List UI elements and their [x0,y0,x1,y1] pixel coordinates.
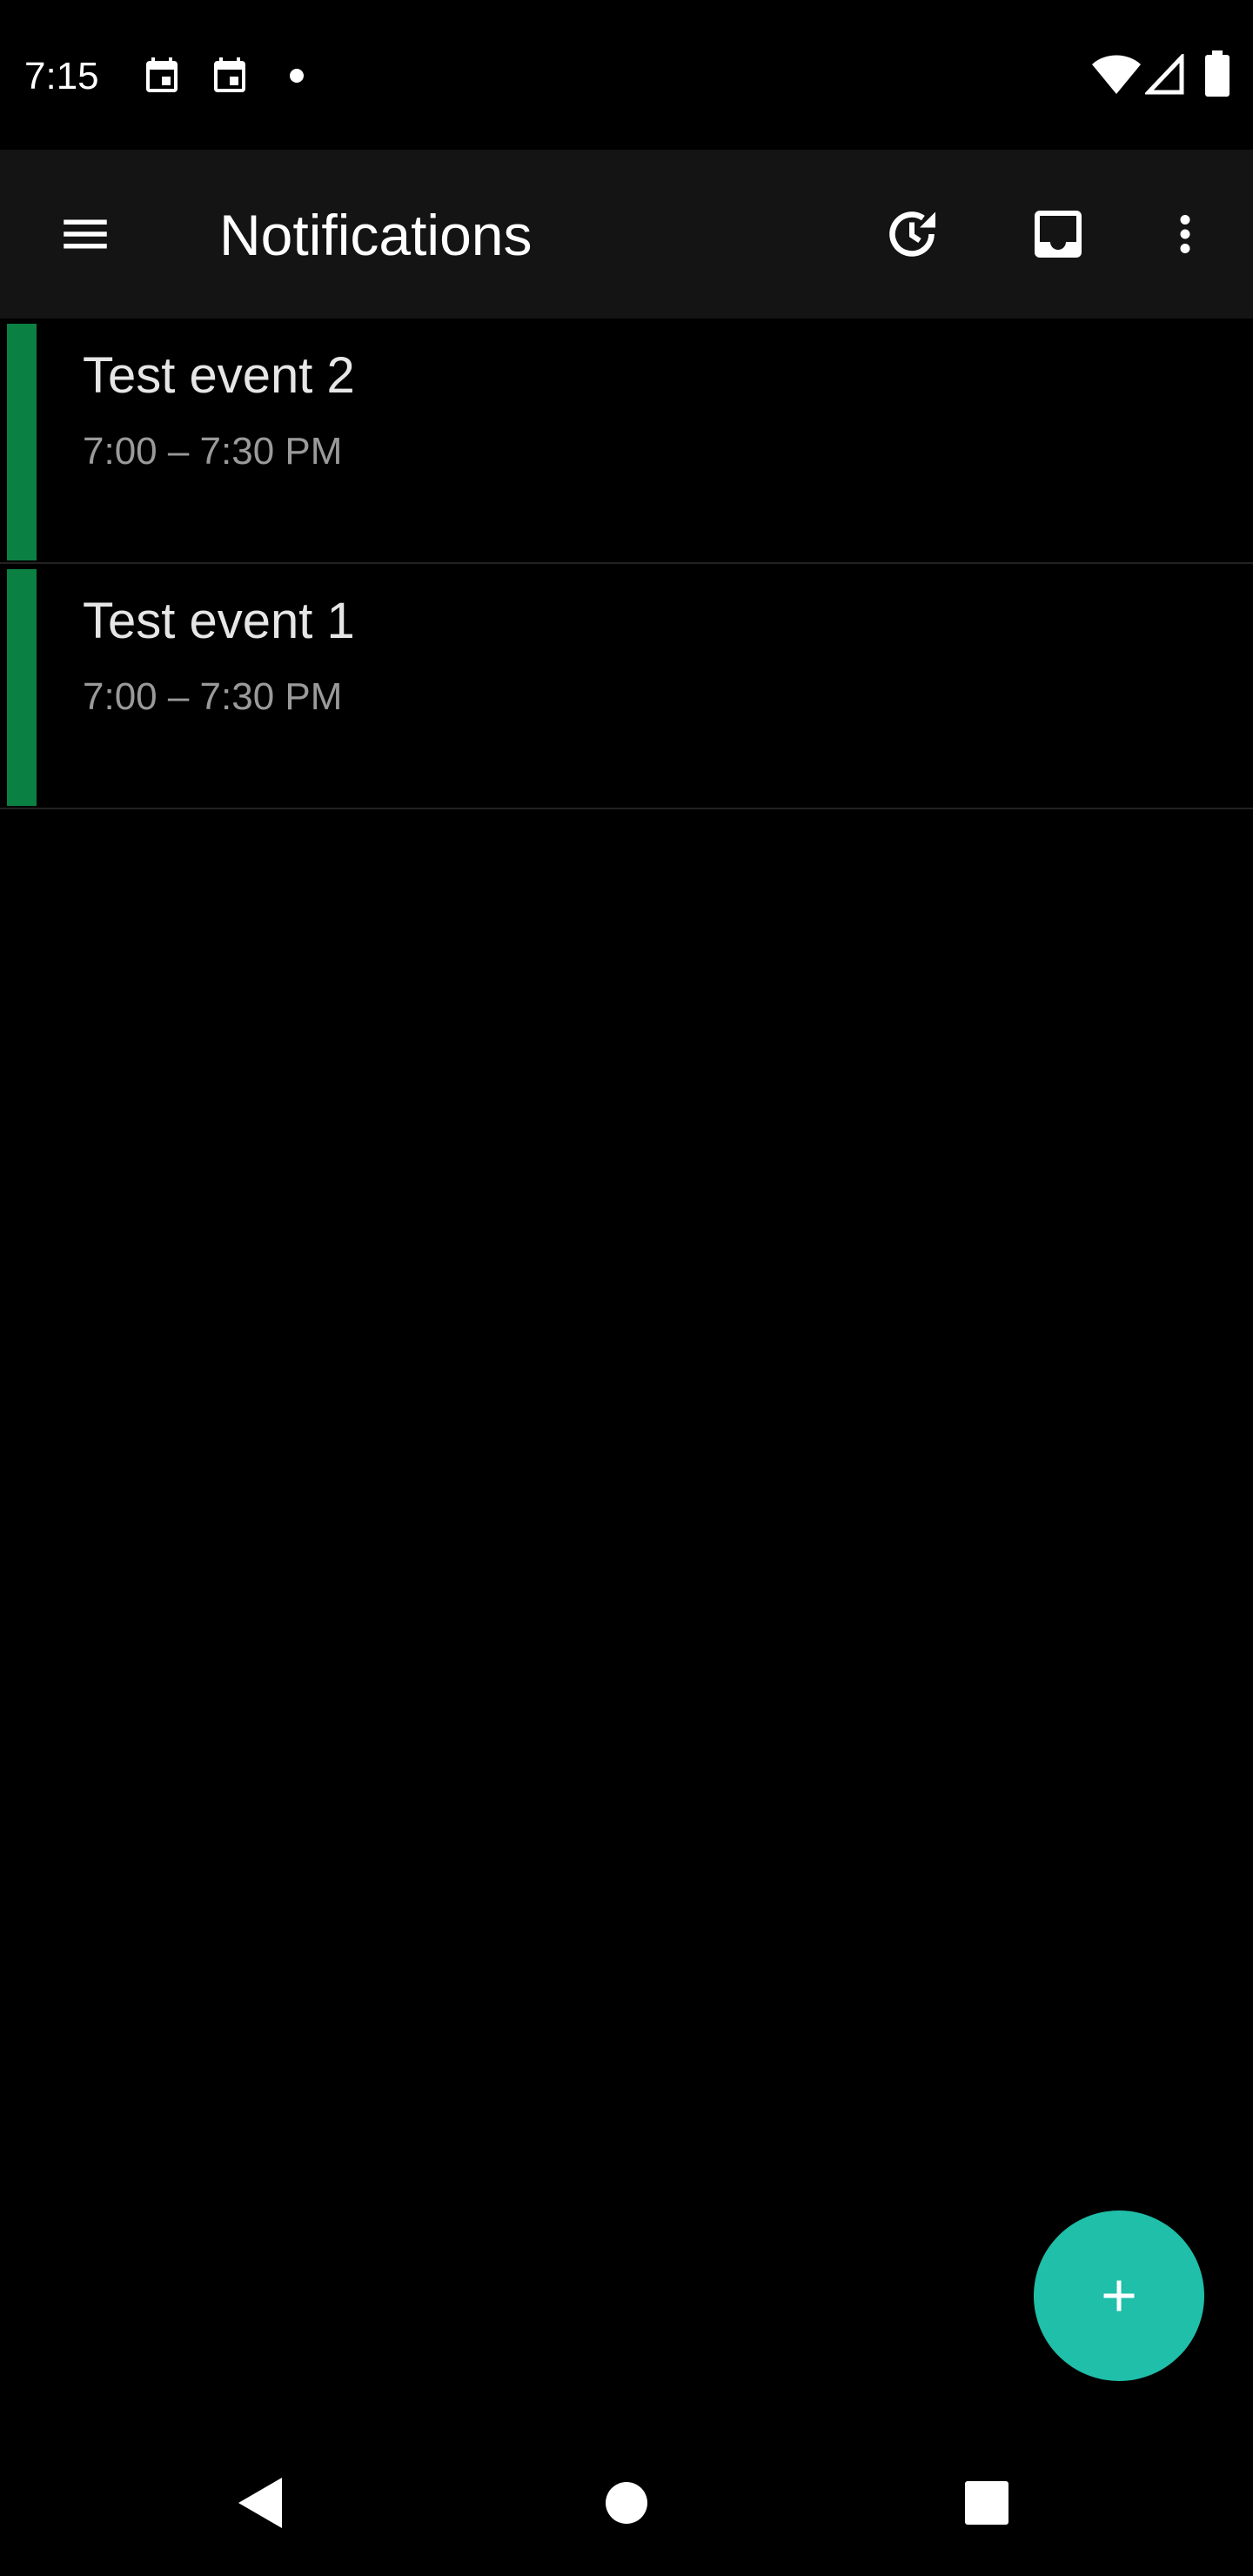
add-icon [1103,2280,1135,2311]
list-item[interactable]: Test event 1 7:00 – 7:30 PM [0,564,1253,809]
menu-button[interactable] [38,187,132,281]
status-bar: 7:15 [0,0,1253,150]
event-time: 7:00 – 7:30 PM [83,430,343,473]
inbox-icon [1035,211,1082,258]
status-time: 7:15 [24,55,99,97]
more-options-button[interactable] [1138,187,1232,281]
calendar-icon [214,57,245,92]
wifi-icon [1092,55,1141,94]
calendar-icon [146,57,178,92]
page-title: Notifications [219,203,533,267]
inbox-button[interactable] [1011,187,1105,281]
snooze-all-button[interactable] [865,187,959,281]
cell-signal-icon [1145,54,1184,95]
snooze-all-icon [889,211,935,257]
event-color-bar [7,324,37,560]
recents-button[interactable] [935,2451,1039,2555]
notification-dot-icon [290,69,304,83]
add-event-button[interactable] [1034,2210,1204,2381]
event-time: 7:00 – 7:30 PM [83,675,343,718]
system-nav-bar [0,2430,1253,2576]
back-button[interactable] [209,2451,313,2555]
battery-icon [1205,50,1230,97]
event-title: Test event 2 [83,347,355,404]
back-icon [238,2478,282,2528]
app-bar: Notifications [0,150,1253,319]
recents-icon [965,2481,1008,2525]
home-button[interactable] [574,2451,679,2555]
event-list: Test event 2 7:00 – 7:30 PM Test event 1… [0,319,1253,809]
event-color-bar [7,569,37,806]
list-item[interactable]: Test event 2 7:00 – 7:30 PM [0,319,1253,564]
home-icon [606,2482,647,2524]
event-title: Test event 1 [83,593,355,649]
more-vert-icon [1180,215,1190,253]
menu-icon [64,219,107,249]
